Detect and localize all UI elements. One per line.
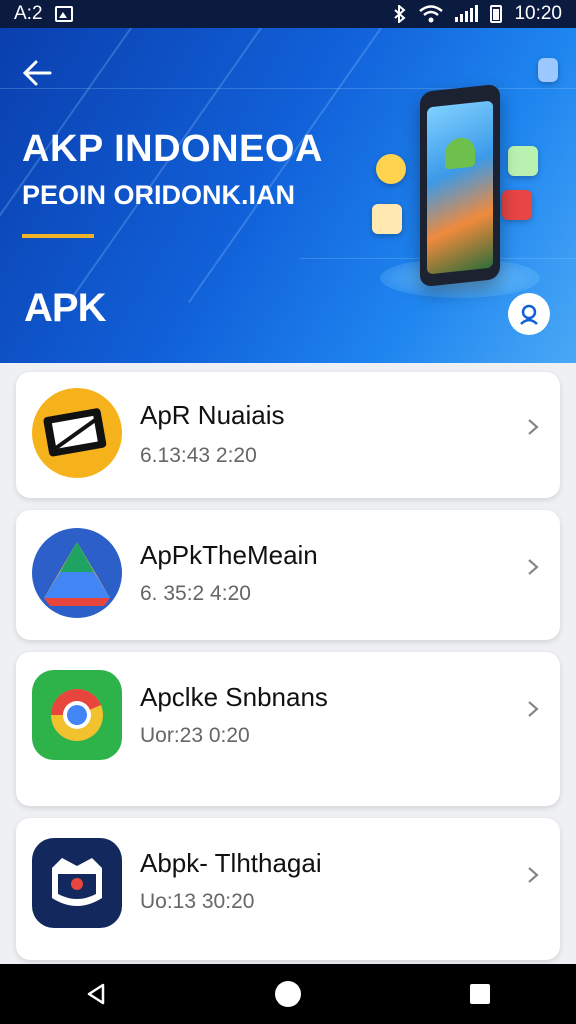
nav-recents-button[interactable] bbox=[460, 974, 500, 1014]
gallery-icon bbox=[54, 6, 73, 22]
apk-badge-icon bbox=[32, 388, 122, 478]
back-triangle-icon bbox=[87, 983, 105, 1005]
cat-face-icon bbox=[32, 838, 122, 928]
header-title: AKP INDONEOA bbox=[22, 128, 323, 170]
app-name: Apclke Snbnans bbox=[140, 682, 328, 712]
app-meta: 6.13:43 2:20 bbox=[140, 444, 257, 467]
list-item[interactable]: ApR Nuaiais 6.13:43 2:20 bbox=[16, 372, 560, 498]
system-nav-bar bbox=[0, 964, 576, 1024]
chevron-right-icon bbox=[528, 419, 539, 435]
app-meta: Uo:13 30:20 bbox=[140, 890, 255, 913]
app-tile-icon bbox=[502, 190, 532, 220]
app-name: Abpk- Tlhthagai bbox=[140, 848, 322, 878]
app-name: ApR Nuaiais bbox=[140, 400, 285, 430]
wifi-icon bbox=[419, 5, 444, 23]
phone-illustration bbox=[420, 83, 500, 288]
app-name: ApPkTheMeain bbox=[140, 540, 318, 570]
back-button[interactable] bbox=[20, 56, 60, 92]
profile-button[interactable] bbox=[508, 293, 550, 335]
android-icon bbox=[445, 136, 475, 170]
user-icon bbox=[520, 304, 538, 325]
chevron-right-icon bbox=[528, 867, 539, 883]
list-item[interactable]: Abpk- Tlhthagai Uo:13 30:20 bbox=[16, 818, 560, 960]
header-accent-rule bbox=[22, 234, 94, 238]
phone-screen bbox=[427, 100, 493, 275]
app-tile-icon bbox=[508, 146, 538, 176]
nav-home-button[interactable] bbox=[268, 974, 308, 1014]
app-tile-icon bbox=[376, 154, 406, 184]
apk-logo: APK bbox=[24, 286, 106, 330]
chrome-icon bbox=[32, 670, 122, 760]
drive-triangle-icon bbox=[32, 528, 122, 618]
app-meta: 6. 35:2 4:20 bbox=[140, 582, 251, 605]
status-bar: A:2 10:20 bbox=[0, 0, 576, 28]
chevron-right-icon bbox=[528, 559, 539, 575]
chevron-right-icon bbox=[528, 701, 539, 717]
bluetooth-icon bbox=[394, 5, 407, 23]
app-tile-icon bbox=[372, 204, 402, 234]
battery-icon bbox=[490, 5, 503, 23]
arrow-left-icon bbox=[22, 60, 52, 86]
header-subtitle: PEOIN ORIDONK.IAN bbox=[22, 180, 296, 210]
home-circle-icon bbox=[275, 981, 301, 1007]
signal-icon bbox=[455, 5, 479, 22]
nav-back-button[interactable] bbox=[76, 974, 116, 1014]
app-meta: Uor:23 0:20 bbox=[140, 724, 250, 747]
recents-square-icon bbox=[470, 984, 490, 1004]
list-item[interactable]: ApPkTheMeain 6. 35:2 4:20 bbox=[16, 510, 560, 640]
status-time: 10:20 bbox=[514, 3, 562, 24]
list-item[interactable]: Apclke Snbnans Uor:23 0:20 bbox=[16, 652, 560, 806]
header-banner: AKP INDONEOA PEOIN ORIDONK.IAN APK bbox=[0, 28, 576, 363]
status-left-text: A:2 bbox=[14, 3, 43, 24]
app-tile-icon bbox=[538, 58, 558, 82]
